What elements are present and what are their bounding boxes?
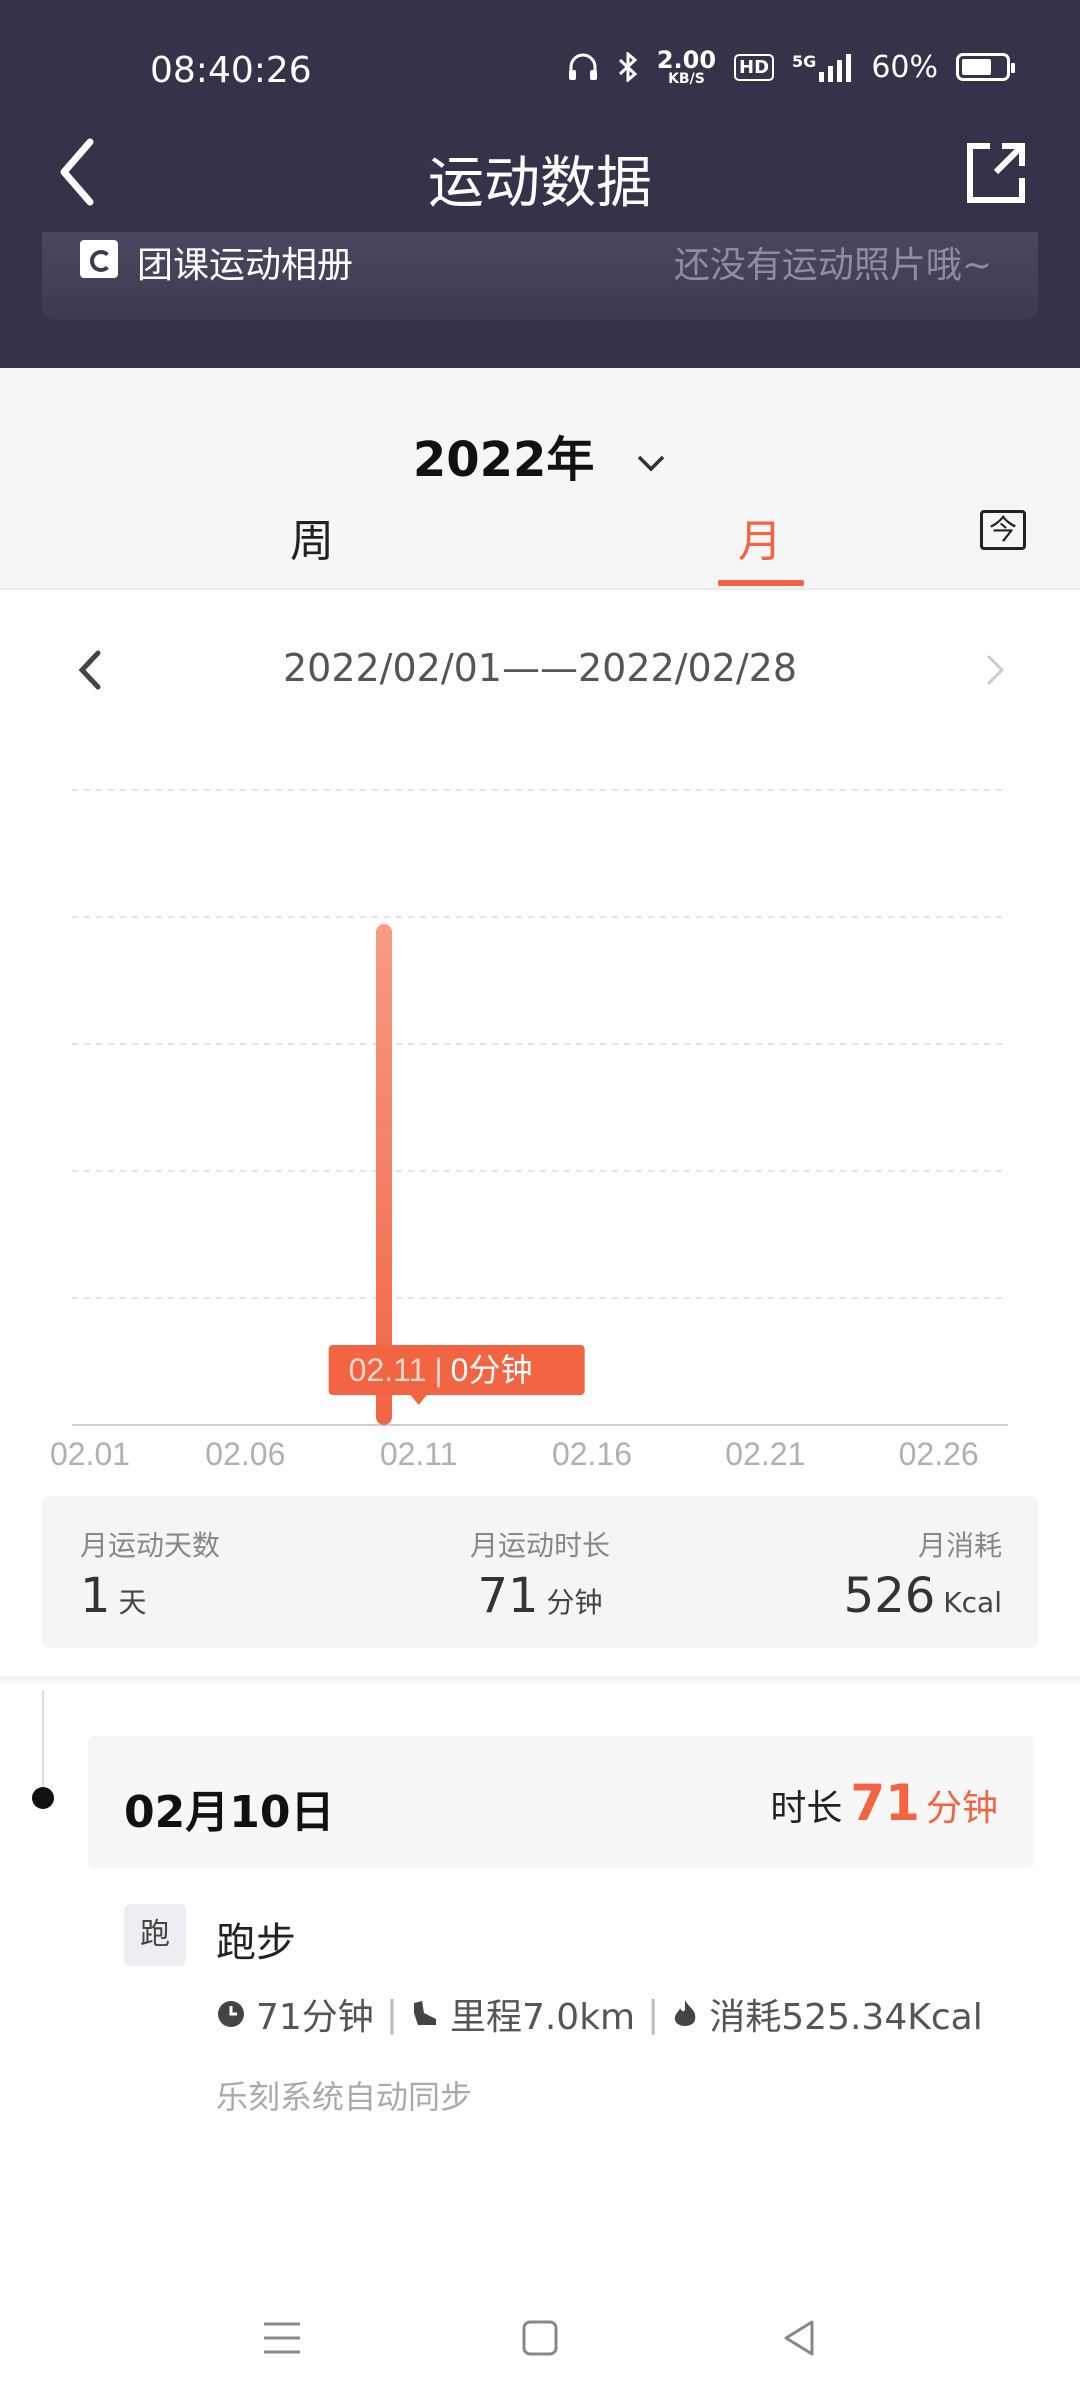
next-period-icon[interactable]: [980, 650, 1010, 690]
shoe-icon: [413, 2001, 436, 2025]
year-label: 2022年: [412, 432, 595, 488]
net-speed: 2.00 KB/S: [657, 48, 716, 86]
x-tick-label: 02.01: [50, 1436, 130, 1472]
exercise-album-card[interactable]: 团课运动相册 还没有运动照片哦~: [42, 232, 1038, 320]
bluetooth-icon: [618, 52, 638, 82]
timeline-dot: [32, 1787, 54, 1809]
system-nav-bar: [0, 2290, 1080, 2380]
activity-stats: 71分钟 | 里程7.0km | 消耗525.34Kcal: [216, 1988, 983, 2040]
divider: [0, 588, 1080, 590]
day-duration-label: 时长: [770, 1788, 843, 1829]
status-icons: 2.00 KB/S HD 5G 60%: [567, 48, 1015, 86]
menu-icon[interactable]: [252, 2308, 312, 2368]
monthly-stats: 月运动天数 1天 月运动时长 71 分钟 月消耗 526 Kcal: [42, 1496, 1038, 1648]
net-speed-value: 2.00: [656, 46, 717, 74]
tooltip-text: 02.11 | 0分钟: [349, 1352, 533, 1388]
stat-calories-label: 月消耗: [917, 1529, 1002, 1562]
activity-distance: 里程7.0km: [449, 1997, 636, 2038]
album-empty-text: 还没有运动照片哦~: [673, 245, 992, 286]
separator: |: [385, 1993, 398, 2035]
stat-calories-number: 526: [843, 1568, 936, 1624]
x-tick-label: 02.11: [380, 1436, 458, 1472]
stat-duration-unit: 分钟: [546, 1586, 603, 1619]
stat-calories-unit: Kcal: [943, 1586, 1002, 1619]
tooltip-value: 0分钟: [451, 1352, 533, 1388]
flame-icon: [675, 2000, 696, 2026]
home-icon[interactable]: [510, 2308, 570, 2368]
header: 08:40:26 2.00 KB/S HD 5G 60% 运动数据 团课运动相册…: [0, 0, 1080, 368]
battery-icon: [956, 53, 1015, 81]
album-icon: [80, 240, 118, 278]
signal-icon: [819, 54, 852, 82]
x-tick-label: 02.16: [552, 1436, 632, 1472]
status-time: 08:40:26: [150, 50, 312, 91]
share-icon[interactable]: [960, 138, 1030, 208]
tooltip-sep: |: [434, 1352, 442, 1388]
separator: |: [647, 1993, 660, 2035]
signal-indicator: 5G: [792, 52, 853, 82]
tooltip-date: 02.11: [349, 1352, 427, 1388]
active-tab-indicator: [718, 580, 804, 586]
signal-label: 5G: [792, 52, 817, 71]
sync-note: 乐刻系统自动同步: [216, 2078, 473, 2116]
section-divider: [0, 1676, 1080, 1688]
tab-month[interactable]: 月: [738, 505, 782, 569]
date-range: 2022/02/01——2022/02/28: [282, 646, 798, 690]
year-selector[interactable]: 2022年: [0, 420, 1080, 490]
day-duration-value: 71: [850, 1774, 920, 1832]
headphones-icon: [568, 53, 597, 80]
stat-duration-number: 71: [477, 1568, 539, 1624]
activity-time: 71分钟: [256, 1997, 374, 2038]
day-duration: 时长 71 分钟: [770, 1774, 998, 1832]
x-tick-label: 02.26: [899, 1436, 979, 1472]
chevron-down-icon: [637, 455, 665, 472]
tab-week[interactable]: 周: [290, 505, 334, 569]
stat-calories-value: 526 Kcal: [844, 1568, 1002, 1624]
stat-duration-label: 月运动时长: [469, 1529, 610, 1562]
activity-badge: 跑: [124, 1904, 186, 1966]
today-button[interactable]: 今: [980, 510, 1026, 550]
monthly-chart: 02.01 02.06 02.11 02.16 02.21 02.2602.11 | 0分钟: [50, 789, 1008, 1472]
chart-tooltip: 02.11 | 0分钟: [328, 1345, 585, 1405]
back-triangle-icon[interactable]: [770, 2308, 830, 2368]
day-header-card[interactable]: 02月10日 时长 71 分钟: [88, 1736, 1034, 1868]
day-date: 02月10日: [124, 1787, 335, 1838]
x-tick-label: 02.21: [725, 1436, 805, 1472]
clock-icon: [218, 2001, 244, 2027]
day-duration-unit: 分钟: [925, 1788, 998, 1829]
timeline-line: [42, 1690, 44, 1800]
net-speed-unit: KB/S: [668, 71, 705, 87]
page-title: 运动数据: [428, 151, 652, 216]
activity-name[interactable]: 跑步: [216, 1910, 296, 1968]
activity-calories: 消耗525.34Kcal: [709, 1997, 983, 2038]
battery-percent: 60%: [871, 49, 938, 85]
hd-badge: HD: [734, 53, 775, 81]
x-tick-label: 02.06: [205, 1436, 285, 1472]
tooltip-arrow: [410, 1395, 427, 1405]
album-label: 团课运动相册: [137, 245, 354, 286]
